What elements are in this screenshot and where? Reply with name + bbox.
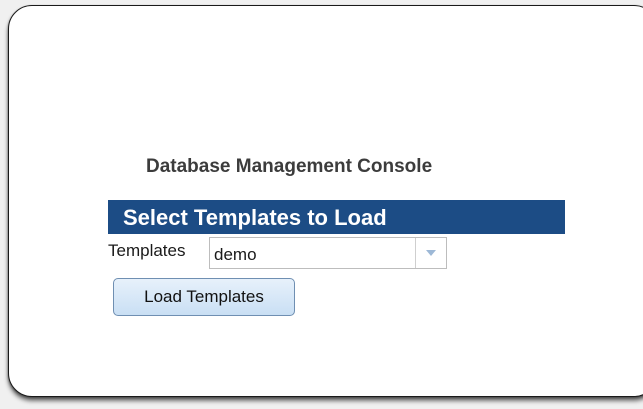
page-title: Database Management Console <box>146 156 433 177</box>
console-window: Database Management Console Select Templ… <box>8 5 643 397</box>
dropdown-toggle[interactable] <box>415 238 446 268</box>
chevron-down-icon <box>426 250 436 256</box>
templates-label: Templates <box>108 241 186 260</box>
templates-select[interactable]: demo <box>209 237 447 269</box>
templates-select-value: demo <box>214 245 257 264</box>
section-header: Select Templates to Load <box>108 200 565 234</box>
load-templates-button[interactable]: Load Templates <box>113 278 295 316</box>
